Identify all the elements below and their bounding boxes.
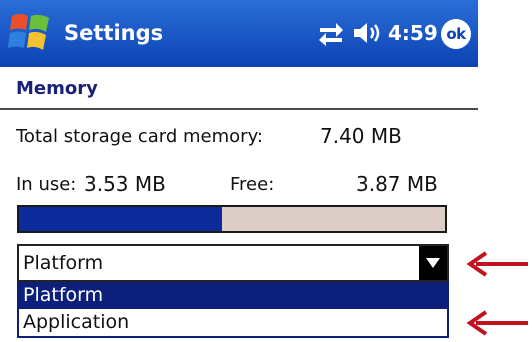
total-storage-label: Total storage card memory:	[16, 126, 263, 147]
dropdown-list: Platform Application	[17, 282, 449, 338]
windows-start-icon[interactable]	[6, 10, 54, 56]
free-value: 3.87 MB	[356, 172, 438, 196]
title-bar: Settings 4:59 ok	[0, 0, 478, 67]
volume-icon[interactable]	[352, 20, 382, 46]
total-storage-value: 7.40 MB	[320, 124, 402, 148]
annotation-arrow-icon	[466, 251, 528, 277]
chevron-down-icon[interactable]	[419, 246, 447, 280]
in-use-value: 3.53 MB	[84, 172, 166, 196]
clock: 4:59	[388, 21, 438, 45]
select-current-value: Platform	[23, 252, 104, 274]
free-label: Free:	[230, 174, 275, 195]
header-divider	[0, 108, 478, 110]
annotation-arrow-icon	[466, 310, 528, 336]
storage-usage-bar	[17, 205, 447, 233]
ok-button[interactable]: ok	[441, 19, 471, 49]
in-use-label: In use:	[16, 174, 77, 195]
memory-type-select[interactable]: Platform	[17, 244, 449, 282]
dropdown-option[interactable]: Platform	[19, 282, 447, 309]
connectivity-icon[interactable]	[316, 20, 346, 46]
page-title: Memory	[16, 78, 98, 99]
app-title: Settings	[64, 21, 164, 45]
dropdown-option[interactable]: Application	[19, 309, 447, 336]
storage-usage-fill	[19, 207, 223, 231]
